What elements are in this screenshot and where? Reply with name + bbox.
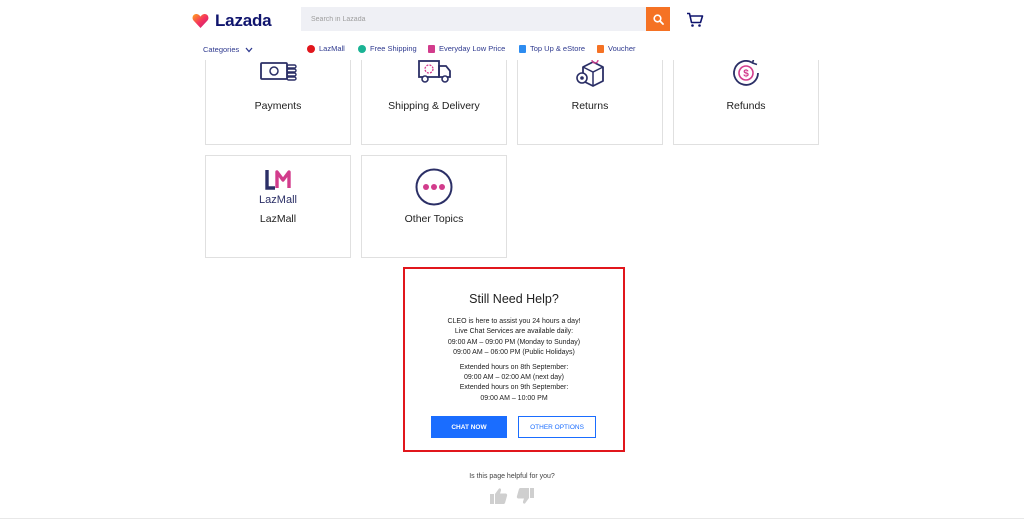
top-up-icon — [519, 44, 526, 53]
cart-button[interactable] — [686, 12, 704, 33]
low-price-icon — [428, 44, 435, 53]
nav-item-free-shipping[interactable]: Free Shipping — [358, 44, 417, 53]
categories-dropdown[interactable]: Categories — [203, 45, 253, 54]
chat-now-button[interactable]: CHAT NOW — [431, 416, 507, 438]
help-title: Still Need Help? — [469, 292, 559, 306]
lazada-heart-icon — [192, 14, 209, 28]
search-bar — [301, 7, 670, 31]
help-line: 09:00 AM – 10:00 PM — [480, 394, 548, 402]
search-input[interactable] — [301, 7, 647, 31]
lazmall-logo-text: LazMall — [259, 194, 297, 206]
help-line: 09:00 AM – 02:00 AM (next day) — [463, 374, 564, 382]
thumbs-down-icon — [516, 488, 534, 504]
nav-item-label: Everyday Low Price — [439, 44, 506, 53]
nav-item-lazmall[interactable]: LazMall — [307, 44, 345, 53]
nav-bar: Categories LazMall Free Shipping Everyda… — [0, 42, 1024, 58]
nav-item-everyday-low-price[interactable]: Everyday Low Price — [428, 44, 505, 53]
help-line: 09:00 AM – 09:00 PM (Monday to Sunday) — [447, 338, 581, 346]
feedback-buttons — [489, 487, 535, 510]
thumbs-down-button[interactable] — [516, 487, 535, 510]
chevron-down-icon — [245, 47, 253, 52]
other-options-button[interactable]: OTHER OPTIONS — [518, 416, 596, 438]
refunds-icon: $ — [674, 55, 818, 89]
nav-item-label: Voucher — [608, 44, 636, 53]
nav-item-label: LazMall — [319, 44, 345, 53]
thumbs-up-icon — [490, 488, 508, 504]
lazada-logo[interactable]: Lazada — [192, 11, 272, 31]
site-header: Lazada Categories LazMall Free Shipping … — [0, 0, 1024, 60]
lazmall-logo-icon — [206, 168, 350, 192]
help-line: Extended hours on 9th September: — [459, 384, 569, 392]
thumbs-up-button[interactable] — [489, 487, 508, 510]
topic-card-label: Other Topics — [404, 213, 464, 225]
nav-item-label: Free Shipping — [370, 44, 417, 53]
help-line: CLEO is here to assist you 24 hours a da… — [447, 318, 581, 325]
nav-item-label: Top Up & eStore — [530, 44, 586, 53]
returns-box-icon — [518, 55, 662, 89]
topic-card-lazmall[interactable]: LazMall LazMall — [205, 155, 351, 258]
search-icon — [652, 13, 664, 25]
help-hours: CLEO is here to assist you 24 hours a da… — [405, 317, 623, 404]
cart-icon — [687, 12, 704, 27]
free-shipping-icon — [358, 44, 366, 53]
topic-card-label: LazMall — [259, 213, 297, 225]
voucher-icon — [597, 44, 604, 53]
helpful-question: Is this page helpful for you? — [469, 473, 555, 480]
help-line: 09:00 AM – 06:00 PM (Public Holidays) — [453, 349, 575, 357]
still-need-help-panel: Still Need Help? CLEO is here to assist … — [403, 267, 625, 452]
help-line: Extended hours on 8th September: — [459, 363, 569, 371]
lazmall-badge-icon — [307, 44, 315, 53]
topic-card-label: Returns — [571, 100, 609, 112]
topic-card-label: Refunds — [726, 100, 766, 112]
nav-item-top-up[interactable]: Top Up & eStore — [519, 44, 585, 53]
search-button[interactable] — [646, 7, 670, 31]
shipping-truck-icon — [362, 57, 506, 87]
payments-icon — [206, 57, 350, 87]
nav-item-voucher[interactable]: Voucher — [597, 44, 636, 53]
topic-card-other-topics[interactable]: Other Topics — [361, 155, 507, 258]
more-dots-icon — [362, 167, 506, 207]
logo-text: Lazada — [215, 11, 272, 30]
categories-label: Categories — [203, 45, 240, 54]
help-line: Live Chat Services are available daily: — [454, 328, 574, 336]
topic-card-label: Shipping & Delivery — [388, 100, 480, 112]
topic-card-label: Payments — [254, 100, 302, 112]
svg-text:$: $ — [743, 69, 749, 80]
